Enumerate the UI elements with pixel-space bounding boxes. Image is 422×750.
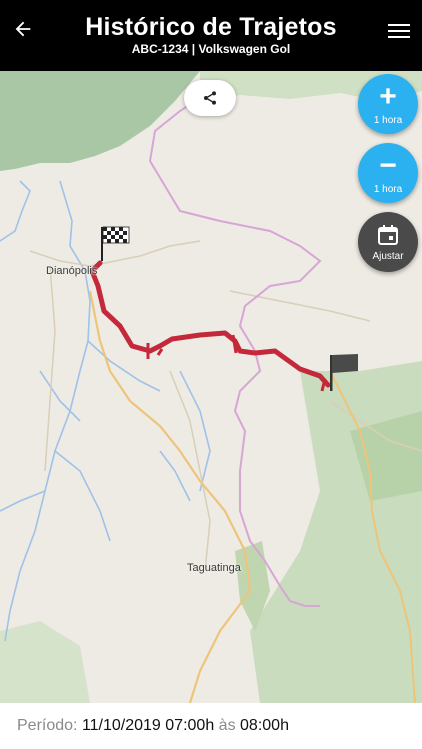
period-separator: às bbox=[218, 717, 236, 734]
zoom-out-label: 1 hora bbox=[373, 183, 403, 195]
plus-icon: + bbox=[379, 79, 397, 113]
map-view[interactable]: Dianópolis Taguatinga + 1 hora − 1 hora … bbox=[0, 71, 422, 703]
vehicle-subtitle: ABC-1234 | Volkswagen Gol bbox=[131, 42, 291, 56]
adjust-button[interactable]: Ajustar bbox=[358, 212, 418, 272]
period-bar: Período: 11/10/2019 07:00h às 08:00h bbox=[0, 703, 422, 750]
menu-button[interactable] bbox=[386, 18, 412, 44]
city-label: Taguatinga bbox=[187, 562, 241, 574]
period-start-time: 07:00h bbox=[165, 717, 215, 734]
hamburger-menu-icon bbox=[388, 24, 410, 38]
share-button[interactable] bbox=[184, 80, 236, 116]
zoom-in-button[interactable]: + 1 hora bbox=[358, 74, 418, 134]
highway bbox=[88, 290, 252, 703]
calendar-icon bbox=[378, 224, 398, 245]
minus-icon: − bbox=[379, 148, 397, 182]
period-end-time: 08:00h bbox=[240, 717, 289, 734]
zoom-out-button[interactable]: − 1 hora bbox=[358, 143, 418, 203]
adjust-label: Ajustar bbox=[372, 250, 404, 262]
rivers bbox=[0, 180, 211, 642]
period-date: 11/10/2019 bbox=[81, 717, 161, 734]
page-title: Histórico de Trajetos bbox=[85, 13, 337, 41]
city-label: Dianópolis bbox=[46, 265, 98, 277]
period-label: Período: bbox=[17, 717, 78, 734]
vegetation-area bbox=[0, 621, 90, 703]
app-header: Histórico de Trajetos ABC-1234 | Volkswa… bbox=[0, 0, 422, 71]
zoom-in-label: 1 hora bbox=[373, 114, 403, 126]
checkered-flag-icon bbox=[101, 226, 130, 261]
forest-area bbox=[0, 71, 200, 171]
share-icon bbox=[204, 91, 216, 105]
vegetation-area bbox=[250, 361, 422, 703]
